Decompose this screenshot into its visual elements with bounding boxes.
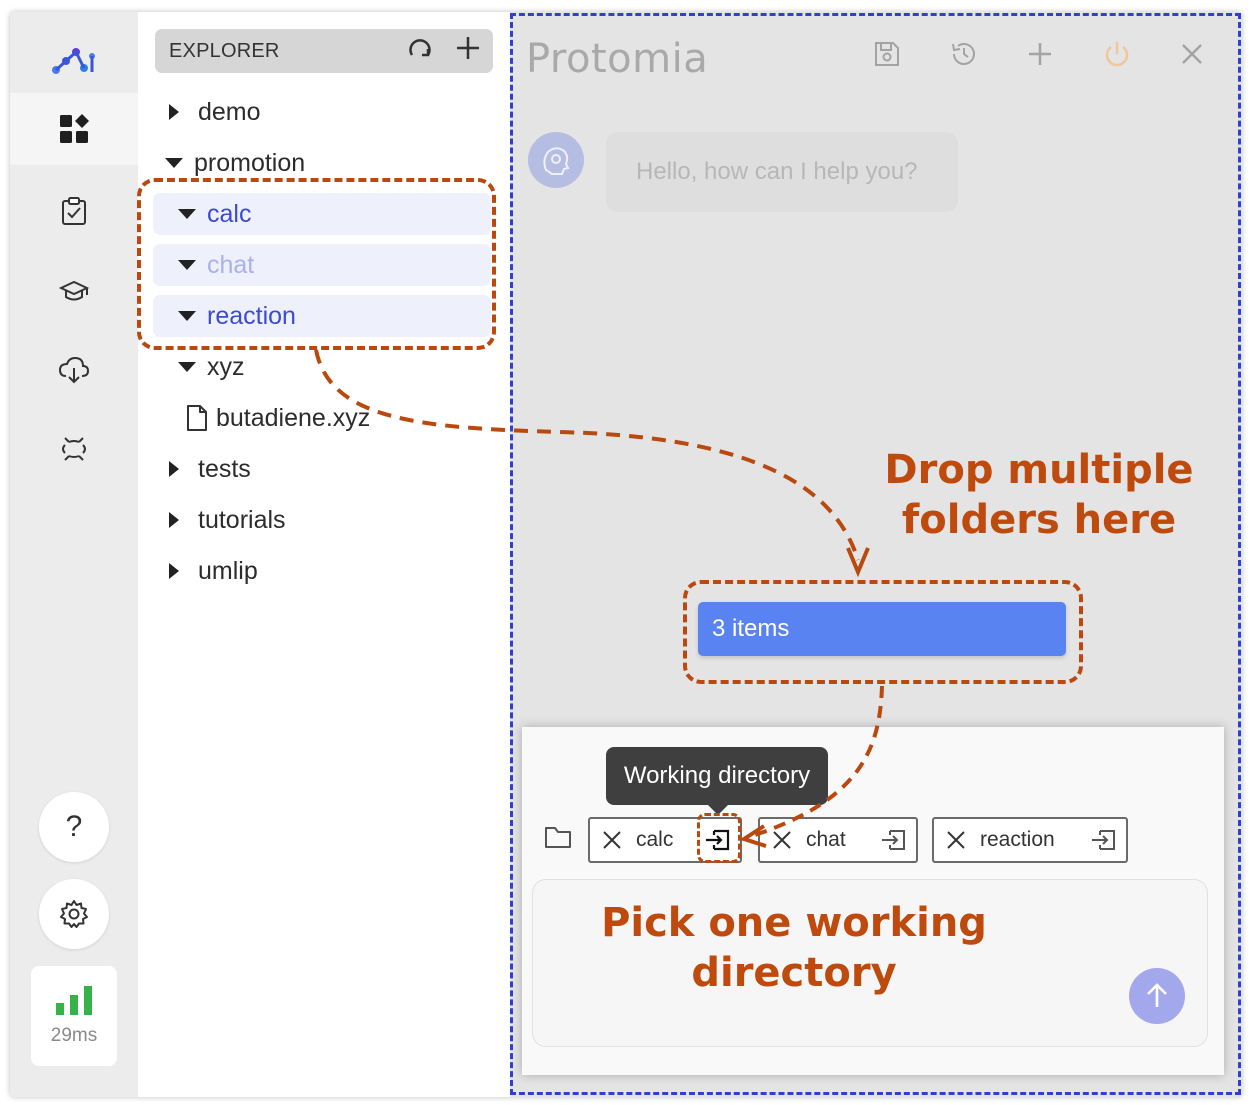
send-button[interactable] (1129, 968, 1185, 1024)
brackets-icon (62, 437, 86, 461)
file-icon (186, 405, 208, 431)
drop-annotation: Drop multiple folders here (880, 445, 1198, 545)
explorer-header: EXPLORER (155, 29, 493, 73)
tree-label: tutorials (198, 505, 286, 534)
tree-item-tests[interactable]: tests (168, 448, 251, 490)
tree-label: chat (207, 250, 255, 279)
nav-cloud[interactable] (10, 334, 138, 406)
tag-label: reaction (980, 828, 1055, 851)
tree-label: xyz (207, 352, 245, 381)
tree-label: reaction (207, 301, 296, 330)
remove-tag-icon[interactable] (602, 830, 622, 850)
tree-label: tests (198, 454, 251, 483)
tree-item-promotion[interactable]: promotion (164, 142, 305, 184)
close-icon (1182, 44, 1202, 64)
tree-label: calc (207, 199, 252, 228)
remove-tag-icon[interactable] (946, 830, 966, 850)
assistant-message: Hello, how can I help you? (606, 132, 958, 212)
nav-dashboard[interactable] (10, 93, 138, 165)
gear-icon (60, 900, 88, 928)
save-icon (875, 42, 899, 66)
caret-right-icon (168, 460, 192, 478)
tooltip-text: Working directory (623, 762, 811, 789)
pick-annotation-line1: Pick one working (601, 900, 987, 946)
drag-preview-label: 3 items (712, 615, 790, 642)
tree-item-xyz[interactable]: xyz (177, 346, 245, 388)
set-working-directory-icon[interactable] (1090, 829, 1116, 851)
drag-preview: 3 items (698, 602, 1066, 656)
tag-label: chat (806, 828, 846, 851)
plus-icon (457, 37, 479, 59)
folder-tag-calc[interactable]: calc (588, 817, 742, 863)
graduation-cap-icon (59, 280, 89, 301)
signal-bars-icon (56, 986, 92, 1015)
caret-down-icon (164, 157, 188, 169)
tree-item-calc[interactable]: calc (153, 193, 491, 235)
explorer-panel: EXPLORER demo promotion calc chat reacti… (138, 12, 633, 1097)
new-chat-button[interactable] (1027, 41, 1053, 72)
tree-item-demo[interactable]: demo (168, 91, 261, 133)
power-button[interactable] (1103, 40, 1131, 73)
set-working-directory-icon[interactable] (704, 829, 730, 851)
help-button[interactable]: ? (39, 792, 109, 862)
tree-label: butadiene.xyz (216, 403, 371, 432)
pick-annotation-line2: directory (691, 950, 897, 996)
tree-item-tutorials[interactable]: tutorials (168, 499, 286, 541)
tree-item-umlip[interactable]: umlip (168, 550, 258, 592)
latency-value: 29ms (50, 1025, 98, 1046)
tree-item-butadiene[interactable]: butadiene.xyz (186, 397, 370, 439)
refresh-button[interactable] (407, 35, 433, 61)
power-icon (1105, 42, 1128, 67)
caret-down-icon (177, 361, 201, 373)
save-button[interactable] (874, 41, 900, 72)
explorer-actions (407, 35, 481, 61)
history-icon (951, 43, 975, 65)
nav-learn[interactable] (10, 255, 138, 327)
arrow-up-icon (1147, 983, 1167, 1007)
cloud-download-icon (58, 356, 90, 384)
caret-down-icon (177, 208, 201, 220)
refresh-icon (409, 39, 431, 57)
pick-annotation: Pick one working directory (596, 898, 992, 998)
clipboard-check-icon (62, 197, 86, 225)
set-working-directory-icon[interactable] (880, 829, 906, 851)
tree-label: promotion (194, 148, 306, 177)
app-logo (10, 22, 138, 98)
caret-down-icon (177, 259, 201, 271)
tree-label: demo (198, 97, 261, 126)
folder-tag-chat[interactable]: chat (758, 817, 918, 863)
chat-toolbar (874, 40, 1204, 73)
history-button[interactable] (950, 40, 978, 73)
caret-right-icon (168, 562, 192, 580)
folder-tag-reaction[interactable]: reaction (932, 817, 1128, 863)
nav-tasks[interactable] (10, 175, 138, 247)
nav-extensions[interactable] (10, 413, 138, 485)
robot-head-icon (543, 147, 570, 175)
tree-label: umlip (198, 556, 258, 585)
message-text: Hello, how can I help you? (636, 158, 918, 185)
remove-tag-icon[interactable] (772, 830, 792, 850)
plus-icon (1029, 43, 1051, 65)
activity-bar: ? 29ms (10, 12, 138, 1097)
tree-item-reaction[interactable]: reaction (153, 295, 491, 337)
explorer-title: EXPLORER (169, 39, 280, 62)
folder-icon (544, 825, 572, 854)
settings-button[interactable] (39, 879, 109, 949)
latency-indicator[interactable]: 29ms (31, 966, 117, 1066)
drop-annotation-line2: folders here (901, 497, 1177, 543)
tree-item-chat[interactable]: chat (153, 244, 491, 286)
logo-icon (52, 48, 95, 74)
chat-title: Protomia (526, 36, 709, 82)
tooltip: Working directory (606, 747, 828, 815)
dashboard-icon (60, 114, 89, 143)
tag-label: calc (636, 828, 674, 851)
caret-right-icon (168, 511, 192, 529)
caret-right-icon (168, 103, 192, 121)
caret-down-icon (177, 310, 201, 322)
drop-annotation-line1: Drop multiple (884, 447, 1194, 493)
new-file-button[interactable] (455, 35, 481, 61)
close-button[interactable] (1180, 42, 1204, 71)
help-icon: ? (65, 810, 83, 843)
assistant-avatar (528, 132, 584, 188)
